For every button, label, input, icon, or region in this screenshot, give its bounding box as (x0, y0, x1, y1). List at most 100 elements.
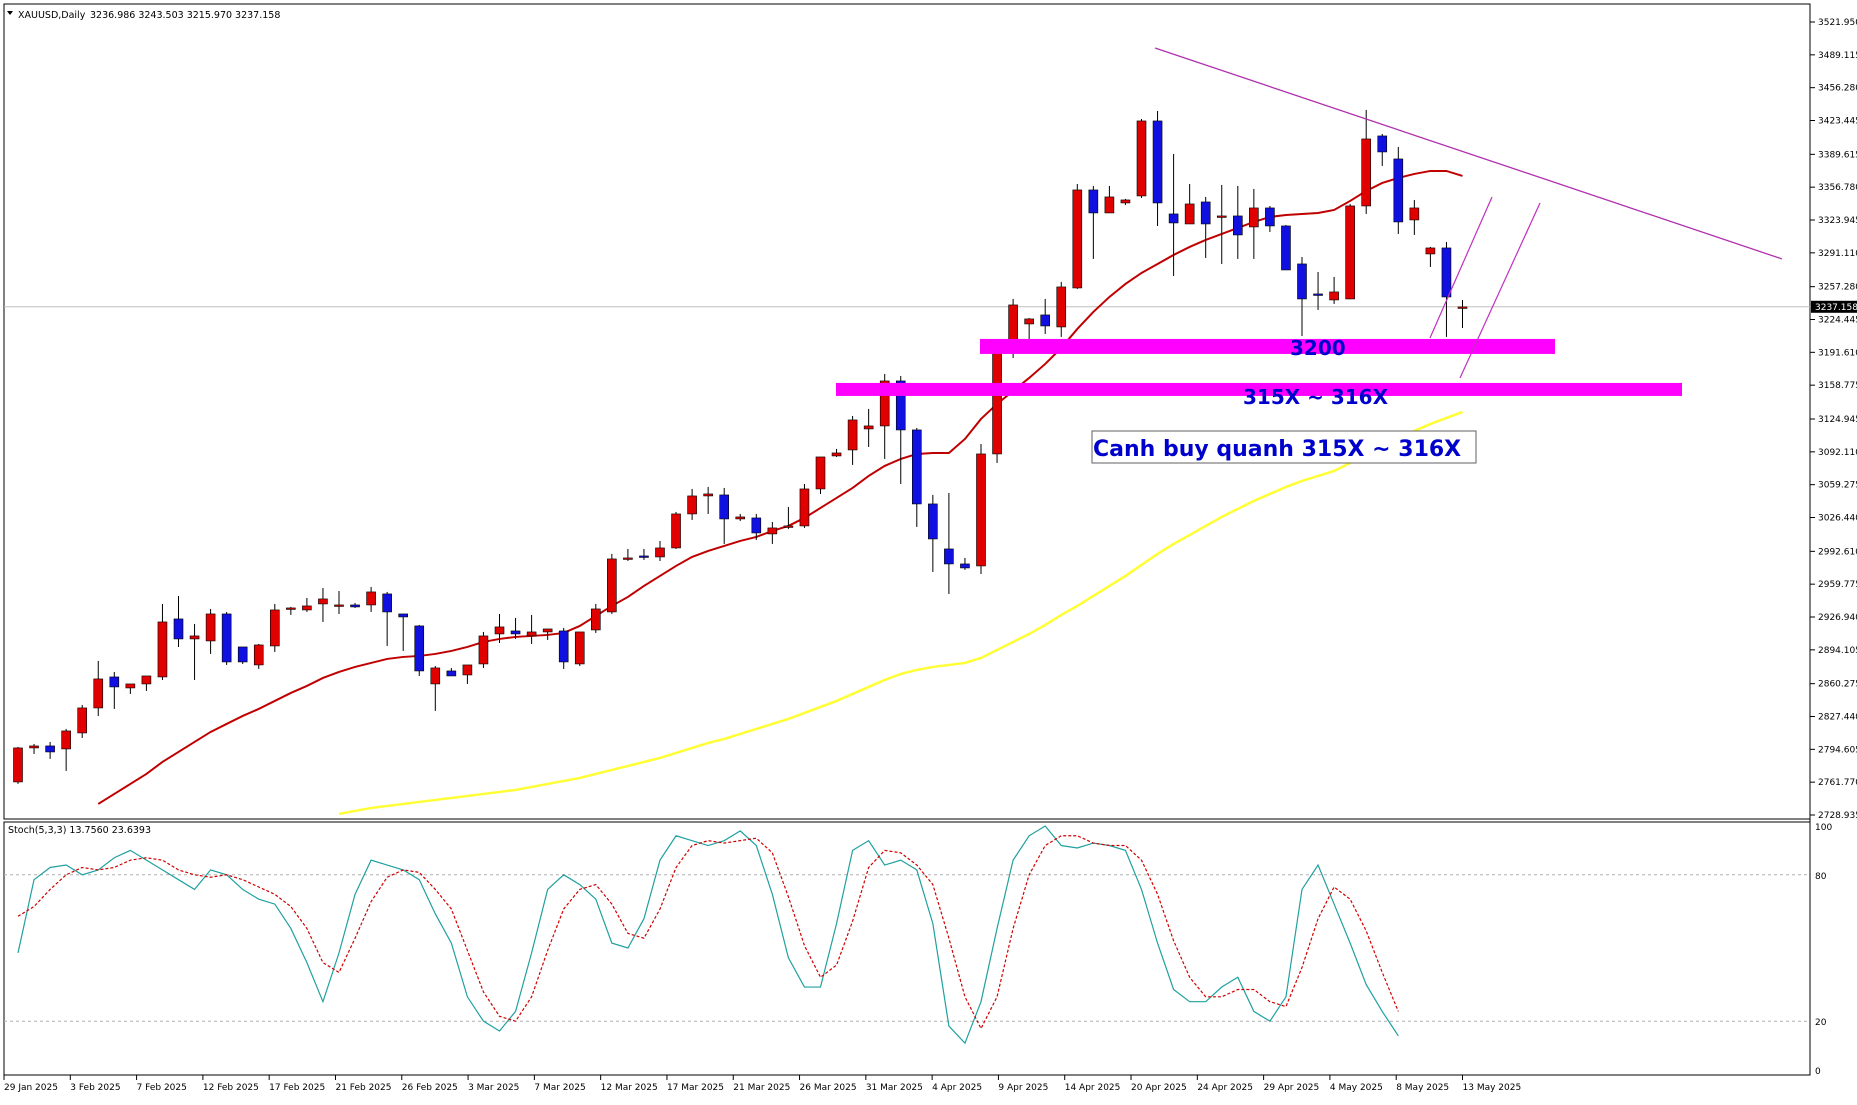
price-tick-label: 3124.945 (1818, 415, 1857, 425)
candle (574, 631, 585, 666)
candle-body (558, 630, 569, 663)
candle-body (1457, 306, 1468, 309)
chart-ohlc-label: 3236.986 3243.503 3215.970 3237.158 (90, 10, 280, 21)
candle-body (655, 547, 665, 558)
candle-body (510, 630, 521, 635)
candle-body (366, 591, 376, 606)
price-tick-label: 3456.280 (1818, 84, 1857, 94)
candle-body (205, 613, 216, 642)
candle-body (671, 513, 681, 549)
candle-body (302, 605, 312, 611)
price-tick-label: 3158.775 (1818, 381, 1857, 391)
date-tick-label: 12 Mar 2025 (601, 1083, 658, 1093)
candle-body (992, 349, 1002, 455)
candle-body (1152, 120, 1163, 204)
candle-body (1377, 135, 1388, 153)
price-tick-label: 3191.610 (1818, 348, 1857, 358)
candle (799, 483, 810, 528)
candle-body (1265, 207, 1275, 227)
candle-body (334, 604, 344, 607)
price-axis: 3521.950 3489.115 3456.280 3423.445 3389.615… (1810, 18, 1857, 821)
candle-body (29, 745, 39, 749)
price-tick-label: 3257.280 (1818, 283, 1857, 293)
candle-body (831, 452, 842, 457)
candle-body (1136, 120, 1147, 197)
candle-body (639, 555, 649, 558)
date-tick-label: 9 Apr 2025 (998, 1083, 1048, 1093)
candle (992, 345, 1002, 463)
price-tick-label: 2761.770 (1818, 778, 1857, 788)
candle-body (1200, 201, 1211, 225)
price-tick-label: 3356.780 (1818, 183, 1857, 193)
candle-body (221, 613, 232, 663)
stoch-tick-label: 100 (1815, 823, 1832, 833)
price-tick-label: 3059.275 (1818, 481, 1857, 491)
candle-body (1361, 138, 1371, 207)
date-tick-label: 4 May 2025 (1330, 1083, 1383, 1093)
candle (815, 456, 826, 494)
stoch-label: Stoch(5,3,3) 13.7560 23.6393 (8, 825, 151, 836)
candle-body (1329, 291, 1339, 301)
chart-symbol-label: XAUUSD,Daily (18, 10, 86, 21)
price-tick-label: 2827.440 (1818, 712, 1857, 722)
candle-body (751, 517, 762, 534)
price-tick-label: 3291.110 (1818, 249, 1857, 259)
candle-body (189, 635, 200, 640)
price-tick-label: 2926.940 (1818, 613, 1857, 623)
candle (478, 631, 489, 668)
candle-body (77, 707, 87, 734)
date-tick-label: 29 Jan 2025 (4, 1083, 58, 1093)
candle-body (687, 495, 697, 515)
candle-body (1313, 293, 1323, 296)
candle (221, 611, 232, 665)
candle (607, 553, 617, 614)
candle-body (45, 745, 55, 753)
date-tick-label: 13 May 2025 (1463, 1083, 1522, 1093)
date-tick-label: 3 Feb 2025 (70, 1083, 120, 1093)
date-tick-label: 21 Mar 2025 (733, 1083, 790, 1093)
candle-body (1297, 263, 1307, 300)
price-tick-label: 3389.615 (1818, 150, 1857, 160)
date-tick-label: 8 May 2025 (1396, 1083, 1449, 1093)
candle (414, 624, 425, 676)
candle-body (430, 667, 441, 685)
candle-body (1024, 318, 1034, 325)
price-tick-label: 3092.110 (1818, 448, 1857, 458)
candle-body (623, 557, 633, 560)
price-tick-label: 3224.445 (1818, 315, 1857, 325)
candle (976, 443, 986, 574)
candle-body (767, 527, 778, 535)
candle-body (799, 488, 810, 527)
candle-body (928, 503, 938, 540)
zone-315x-label: 315X ~ 316X (1243, 385, 1389, 409)
stoch-tick-label: 80 (1815, 872, 1827, 882)
date-tick-label: 12 Feb 2025 (203, 1083, 259, 1093)
price-tick-label: 3026.440 (1818, 514, 1857, 524)
date-tick-label: 20 Apr 2025 (1131, 1083, 1187, 1093)
candle-body (863, 425, 874, 430)
candle-body (783, 525, 794, 528)
stoch-tick-label: 20 (1815, 1018, 1827, 1028)
candle (1136, 118, 1147, 198)
stoch-axis: 100 80 20 0 (1815, 823, 1832, 1077)
price-tick-label: 2794.605 (1818, 745, 1857, 755)
candle-body (318, 598, 328, 605)
candle-body (125, 683, 136, 689)
candle-body (286, 607, 296, 610)
candle-body (269, 609, 280, 647)
price-tick-label: 2860.275 (1818, 680, 1857, 690)
date-axis: 29 Jan 2025 3 Feb 2025 7 Feb 2025 12 Feb 20… (3, 1075, 1522, 1093)
candle-body (703, 493, 713, 497)
trading-chart: 3521.950 3489.115 3456.280 3423.445 3389.615… (3, 3, 1857, 1093)
price-tick-label: 2894.105 (1818, 646, 1857, 656)
date-tick-label: 29 Apr 2025 (1264, 1083, 1320, 1093)
candle-body (944, 548, 954, 565)
candle (253, 643, 264, 669)
candle-body (1233, 215, 1243, 236)
candle-body (542, 628, 553, 633)
candle-body (1345, 205, 1355, 300)
date-tick-label: 17 Feb 2025 (269, 1083, 325, 1093)
date-tick-label: 4 Apr 2025 (932, 1083, 982, 1093)
price-tick-label: 2992.610 (1818, 547, 1857, 557)
candle-body (1184, 203, 1195, 225)
